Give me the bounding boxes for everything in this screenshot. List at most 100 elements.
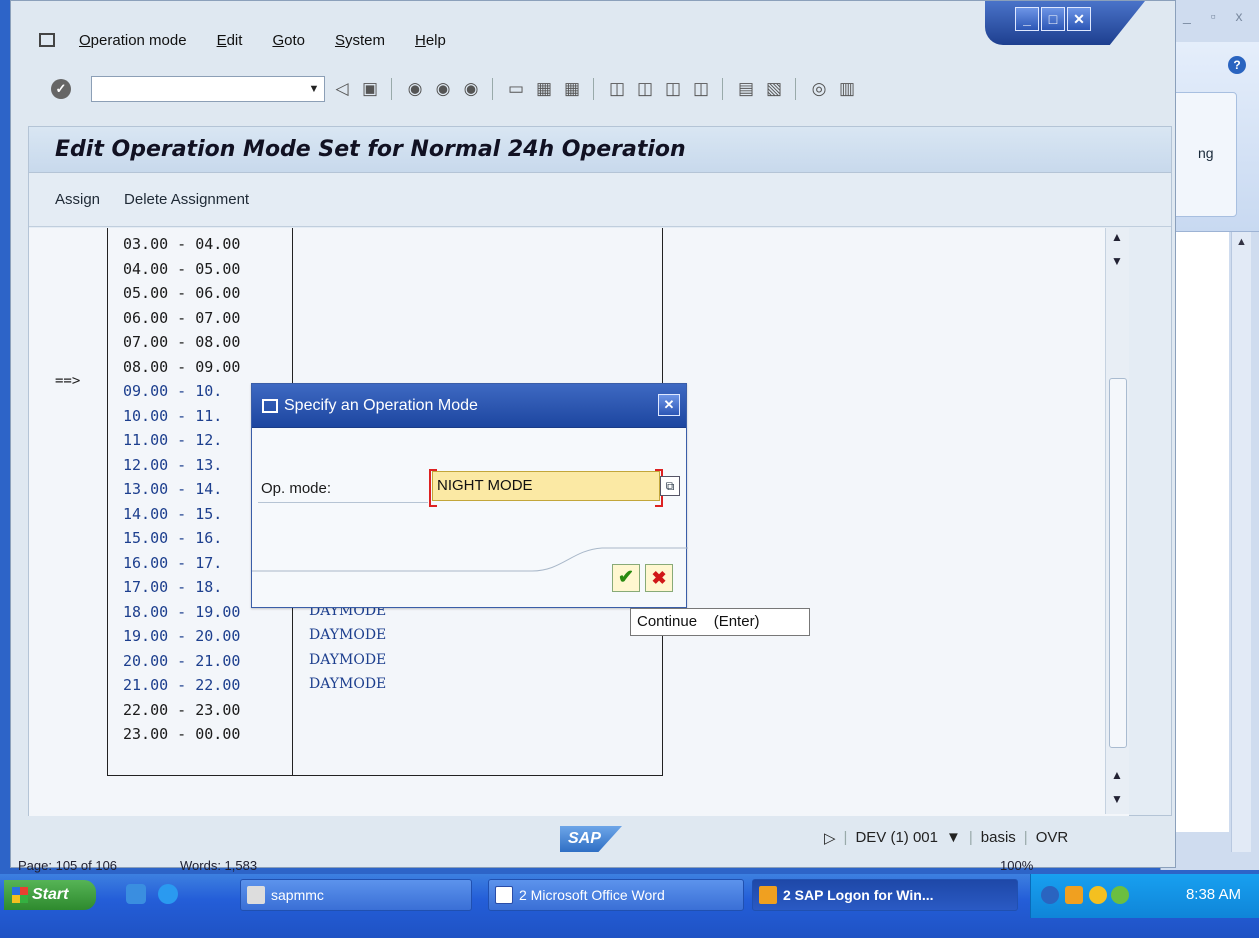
status-divider: | (1023, 829, 1028, 846)
new-session-icon[interactable]: ▤ (735, 78, 757, 100)
time-slot: 18.00 - 19.00 (123, 602, 241, 621)
menu-goto[interactable]: Goto (272, 32, 305, 49)
continue-button[interactable]: ✔ (612, 564, 640, 592)
task-label: 2 Microsoft Office Word (519, 887, 665, 903)
cancel-icon[interactable]: ◉ (460, 78, 482, 100)
ribbon-group[interactable]: ng (1167, 92, 1237, 217)
word-scrollbar[interactable]: ▲ (1231, 232, 1251, 852)
system-tray: 8:38 AM (1030, 874, 1259, 918)
last-page-icon[interactable]: ◫ (690, 78, 712, 100)
standard-toolbar: ✓ ▼ ◁ ▣ ◉ ◉ ◉ ▭ ▦ ▦ ◫ ◫ ◫ ◫ ▤ ▧ ◎ ▥ (11, 69, 1175, 109)
menu-edit[interactable]: Edit (217, 32, 243, 49)
enter-check-icon[interactable]: ✓ (51, 79, 71, 99)
schedule-scrollbar[interactable]: ▲ ▼ ▲ ▼ (1105, 228, 1129, 814)
dialog-close-button[interactable]: ✕ (658, 394, 680, 416)
exit-icon[interactable]: ◉ (432, 78, 454, 100)
system-menu-icon[interactable] (39, 33, 55, 47)
internet-explorer-icon[interactable] (158, 884, 178, 904)
help-icon[interactable]: ? (1228, 56, 1246, 74)
table-row[interactable]: 19.00 - 20.00 DAYMODE (108, 624, 664, 648)
task-word[interactable]: 2 Microsoft Office Word (488, 879, 744, 911)
table-row[interactable]: 03.00 - 04.00 (108, 232, 664, 256)
scrollbar-thumb[interactable] (1109, 378, 1127, 748)
word-icon (495, 886, 513, 904)
dialog-title: Specify an Operation Mode (284, 396, 478, 414)
ribbon-group-label: ng (1198, 145, 1214, 161)
close-button[interactable]: ✕ (1067, 7, 1091, 31)
scroll-down-arrow-icon[interactable]: ▼ (1111, 254, 1123, 268)
back-arrow-icon[interactable]: ◁ (331, 78, 353, 100)
word-count[interactable]: Words: 1,583 (180, 858, 257, 873)
op-mode-input[interactable]: NIGHT MODE (429, 469, 663, 507)
time-slot: 09.00 - 10. (123, 382, 223, 400)
toolbar-divider (722, 78, 723, 100)
insert-mode[interactable]: OVR (1036, 829, 1069, 847)
task-label: sapmmc (271, 887, 324, 903)
scroll-up-arrow-icon[interactable]: ▲ (1111, 768, 1123, 782)
table-row[interactable]: 23.00 - 00.00 (108, 722, 664, 746)
system-id[interactable]: DEV (1) 001 (855, 829, 938, 847)
sap-logo: SAP (560, 826, 622, 852)
table-row[interactable]: 05.00 - 06.00 (108, 281, 664, 305)
task-sapmmc[interactable]: sapmmc (240, 879, 472, 911)
scroll-bottom-arrow-icon[interactable]: ▼ (1111, 792, 1123, 806)
scroll-up-arrow-icon[interactable]: ▲ (1232, 236, 1251, 248)
table-row[interactable]: 20.00 - 21.00 DAYMODE (108, 649, 664, 673)
back-icon[interactable]: ◉ (404, 78, 426, 100)
table-row[interactable]: 22.00 - 23.00 (108, 698, 664, 722)
first-page-icon[interactable]: ◫ (606, 78, 628, 100)
scroll-top-arrow-icon[interactable]: ▲ (1111, 230, 1123, 244)
table-row[interactable]: 04.00 - 05.00 (108, 257, 664, 281)
find-icon[interactable]: ▦ (533, 78, 555, 100)
show-desktop-icon[interactable] (126, 884, 146, 904)
play-icon[interactable]: ▷ (824, 829, 836, 847)
menubar: Operation mode Edit Goto System Help (11, 25, 991, 55)
maximize-button[interactable]: □ (1041, 7, 1065, 31)
value-help-icon[interactable]: ⧉ (660, 476, 680, 496)
status-bar: SAP ▷ | DEV (1) 001 ▼ | basis | OVR (28, 816, 1172, 862)
print-icon[interactable]: ▭ (505, 78, 527, 100)
table-row[interactable]: 07.00 - 08.00 (108, 330, 664, 354)
table-row[interactable]: 08.00 - 09.00 (108, 355, 664, 379)
cancel-button[interactable]: ✖ (645, 564, 673, 592)
windows-logo-icon (12, 887, 28, 903)
window-controls: _ □ ✕ (985, 1, 1145, 45)
zoom-level[interactable]: 100% (1000, 858, 1033, 873)
status-divider: | (843, 829, 848, 846)
network-icon[interactable] (1111, 886, 1129, 904)
chevron-down-icon[interactable]: ▼ (304, 77, 324, 101)
table-row[interactable]: 06.00 - 07.00 (108, 306, 664, 330)
shortcut-icon[interactable]: ▧ (763, 78, 785, 100)
next-page-icon[interactable]: ◫ (662, 78, 684, 100)
time-slot: 19.00 - 20.00 (123, 627, 241, 645)
mmc-icon (247, 886, 265, 904)
help-icon[interactable] (1041, 886, 1059, 904)
menu-help[interactable]: Help (415, 32, 446, 49)
previous-page-icon[interactable]: ◫ (634, 78, 656, 100)
menu-operation-mode[interactable]: Operation mode (79, 32, 187, 49)
command-field[interactable]: ▼ (91, 76, 325, 102)
find-next-icon[interactable]: ▦ (561, 78, 583, 100)
table-row[interactable]: 21.00 - 22.00 DAYMODE (108, 673, 664, 697)
clock: 8:38 AM (1185, 886, 1241, 903)
sap-tray-icon[interactable] (1065, 886, 1083, 904)
help-icon[interactable]: ◎ (808, 78, 830, 100)
task-sap-logon[interactable]: 2 SAP Logon for Win... (752, 879, 1018, 911)
window-icon[interactable] (262, 398, 278, 413)
chevron-down-icon[interactable]: ▼ (946, 829, 961, 847)
delete-assignment-button[interactable]: Delete Assignment (124, 191, 249, 208)
minimize-button[interactable]: _ (1015, 7, 1039, 31)
assign-button[interactable]: Assign (55, 191, 100, 208)
start-button[interactable]: Start (4, 880, 96, 910)
start-label: Start (32, 886, 69, 903)
save-icon[interactable]: ▣ (359, 78, 381, 100)
shield-icon[interactable] (1089, 886, 1107, 904)
menu-system[interactable]: System (335, 32, 385, 49)
sap-logon-icon (759, 886, 777, 904)
word-window-buttons[interactable]: _ ▫ x (1183, 8, 1251, 24)
taskbar: Start sapmmc 2 Microsoft Office Word 2 S… (0, 874, 1259, 938)
layout-menu-icon[interactable]: ▥ (836, 78, 858, 100)
label-underline (258, 502, 428, 503)
page-count[interactable]: Page: 105 of 106 (18, 858, 117, 873)
time-slot: 11.00 - 12. (123, 431, 223, 449)
